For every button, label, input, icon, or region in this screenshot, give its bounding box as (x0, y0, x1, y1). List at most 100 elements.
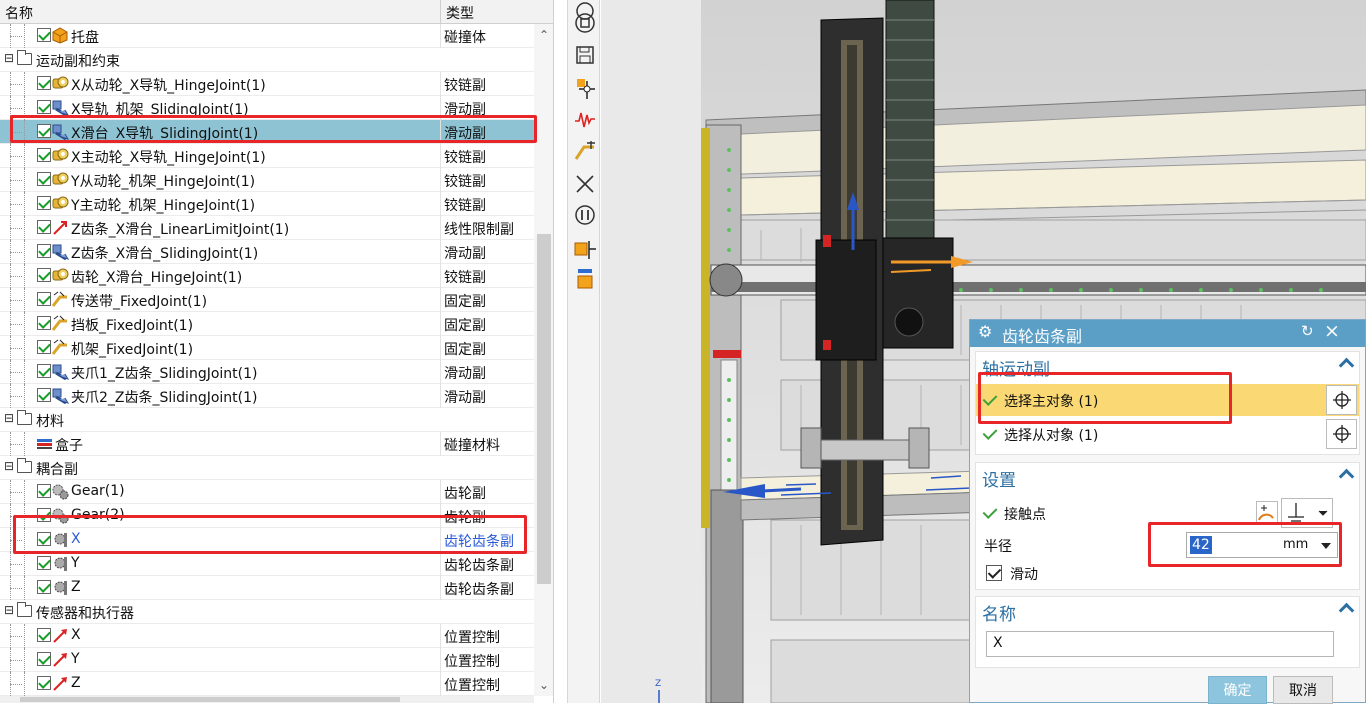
crosshair-select-icon[interactable] (1326, 419, 1357, 449)
visibility-checkbox[interactable] (37, 556, 51, 570)
ok-button[interactable]: 确定 (1208, 676, 1267, 704)
table-row[interactable]: Z齿条_X滑台_SlidingJoint(1) 滑动副 (0, 240, 534, 264)
visibility-checkbox[interactable] (37, 532, 51, 546)
visibility-checkbox[interactable] (37, 388, 51, 402)
table-row[interactable]: X 齿轮齿条副 (0, 528, 534, 552)
tree-group[interactable]: ⊟ 传感器和执行器 (0, 600, 534, 624)
table-row[interactable]: Gear(2) 齿轮副 (0, 504, 534, 528)
visibility-checkbox[interactable] (37, 364, 51, 378)
save-icon[interactable] (572, 42, 598, 68)
radius-value[interactable]: 42 (1190, 536, 1212, 554)
slide-label: 滑动 (1010, 567, 1038, 583)
table-row[interactable]: Y主动轮_机架_HingeJoint(1) 铰链副 (0, 192, 534, 216)
visibility-checkbox[interactable] (37, 244, 51, 258)
row-name: X (71, 531, 81, 547)
table-row[interactable]: Z 位置控制 (0, 672, 534, 696)
cancel-button[interactable]: 取消 (1273, 676, 1333, 704)
visibility-checkbox[interactable] (37, 76, 51, 90)
collapse-minus-icon[interactable]: ⊟ (4, 604, 15, 617)
table-row[interactable]: X导轨_机架_SlidingJoint(1) 滑动副 (0, 96, 534, 120)
collapse-chevron-up-icon[interactable] (1339, 601, 1353, 615)
visibility-checkbox[interactable] (37, 652, 51, 666)
visibility-checkbox[interactable] (37, 124, 51, 138)
visibility-checkbox[interactable] (37, 676, 51, 690)
visibility-checkbox[interactable] (37, 148, 51, 162)
tree-group[interactable]: ⊟ 耦合副 (0, 456, 534, 480)
signal-icon[interactable] (572, 106, 598, 132)
visibility-checkbox[interactable] (37, 628, 51, 642)
visibility-checkbox[interactable] (37, 484, 51, 498)
radius-input[interactable]: 42 mm (1186, 532, 1338, 558)
svg-text:Z: Z (655, 679, 661, 689)
visibility-checkbox[interactable] (37, 340, 51, 354)
scroll-down-icon[interactable]: ⌄ (537, 678, 551, 692)
component-icon[interactable] (572, 266, 598, 292)
table-row[interactable]: Y 位置控制 (0, 648, 534, 672)
visibility-checkbox[interactable] (37, 100, 51, 114)
horizontal-scrollbar[interactable] (0, 696, 534, 703)
table-row[interactable]: X 位置控制 (0, 624, 534, 648)
collapse-chevron-up-icon[interactable] (1339, 467, 1353, 481)
group-label: 运动副和约束 (36, 54, 120, 70)
table-row[interactable]: Y 齿轮齿条副 (0, 552, 534, 576)
name-section: 名称 X (975, 596, 1360, 668)
visibility-checkbox[interactable] (37, 268, 51, 282)
collapse-minus-icon[interactable]: ⊟ (4, 52, 15, 65)
tree-group[interactable]: ⊟ 材料 (0, 408, 534, 432)
chevron-down-icon[interactable] (1321, 543, 1331, 549)
table-row[interactable]: Gear(1) 齿轮副 (0, 480, 534, 504)
scroll-up-icon[interactable]: ⌃ (537, 28, 551, 42)
visibility-checkbox[interactable] (37, 292, 51, 306)
pause-icon[interactable] (572, 202, 598, 228)
table-row[interactable]: 传送带_FixedJoint(1) 固定副 (0, 288, 534, 312)
table-row[interactable]: Y从动轮_机架_HingeJoint(1) 铰链副 (0, 168, 534, 192)
visibility-checkbox[interactable] (37, 220, 51, 234)
table-row[interactable]: X滑台_X导轨_SlidingJoint(1) 滑动副 (0, 120, 534, 144)
table-row[interactable]: 机架_FixedJoint(1) 固定副 (0, 336, 534, 360)
visibility-checkbox[interactable] (37, 28, 51, 42)
point-dialog-icon[interactable] (1256, 501, 1278, 525)
visibility-checkbox[interactable] (37, 508, 51, 522)
part-navigator: 名称 类型 托盘 碰撞体 ⊟ 运动副和约束 X从动轮_X导轨_HingeJoint(1)… (0, 0, 554, 703)
assembly-icon[interactable] (572, 236, 598, 262)
scroll-thumb[interactable] (537, 234, 551, 584)
stop-icon[interactable] (572, 10, 598, 36)
table-row[interactable]: X从动轮_X导轨_HingeJoint(1) 铰链副 (0, 72, 534, 96)
collapse-minus-icon[interactable]: ⊟ (4, 412, 15, 425)
collapse-chevron-up-icon[interactable] (1339, 356, 1353, 370)
slide-row[interactable]: 滑动 (976, 557, 1359, 589)
name-input[interactable]: X (986, 631, 1334, 657)
table-row[interactable]: Z齿条_X滑台_LinearLimitJoint(1) 线性限制副 (0, 216, 534, 240)
table-row[interactable]: X主动轮_X导轨_HingeJoint(1) 铰链副 (0, 144, 534, 168)
move-object-icon[interactable] (572, 76, 598, 102)
column-header-name[interactable]: 名称 (5, 3, 33, 23)
crosshair-select-icon[interactable] (1326, 385, 1357, 415)
slide-checkbox[interactable] (986, 565, 1002, 581)
visibility-checkbox[interactable] (37, 196, 51, 210)
select-slave-row[interactable]: 选择从对象 (1) (976, 418, 1359, 450)
visibility-checkbox[interactable] (37, 316, 51, 330)
table-row[interactable]: 齿轮_X滑台_HingeJoint(1) 铰链副 (0, 264, 534, 288)
row-type: 固定副 (444, 294, 486, 310)
close-icon[interactable]: × (1324, 320, 1340, 342)
column-header-type[interactable]: 类型 (446, 3, 474, 23)
row-type: 滑动副 (444, 366, 486, 382)
collapse-minus-icon[interactable]: ⊟ (4, 460, 15, 473)
gear-icon: ⚙ (978, 322, 993, 341)
select-master-row[interactable]: 选择主对象 (1) (976, 384, 1359, 416)
joint-tool-icon[interactable] (572, 138, 598, 164)
table-row[interactable]: 托盘 碰撞体 (0, 24, 534, 48)
reset-icon[interactable]: ↻ (1301, 322, 1314, 340)
vertical-scrollbar[interactable]: ⌃ ⌄ (534, 24, 553, 696)
table-row[interactable]: 盒子 碰撞材料 (0, 432, 534, 456)
tree-group[interactable]: ⊟ 运动副和约束 (0, 48, 534, 72)
visibility-checkbox[interactable] (37, 172, 51, 186)
table-row[interactable]: 挡板_FixedJoint(1) 固定副 (0, 312, 534, 336)
point-inference-dropdown[interactable] (1281, 498, 1333, 528)
visibility-checkbox[interactable] (37, 580, 51, 594)
close-x-icon[interactable] (572, 171, 598, 197)
table-row[interactable]: Z 齿轮齿条副 (0, 576, 534, 600)
table-row[interactable]: 夹爪2_Z齿条_SlidingJoint(1) 滑动副 (0, 384, 534, 408)
radius-unit[interactable]: mm (1283, 537, 1308, 552)
table-row[interactable]: 夹爪1_Z齿条_SlidingJoint(1) 滑动副 (0, 360, 534, 384)
